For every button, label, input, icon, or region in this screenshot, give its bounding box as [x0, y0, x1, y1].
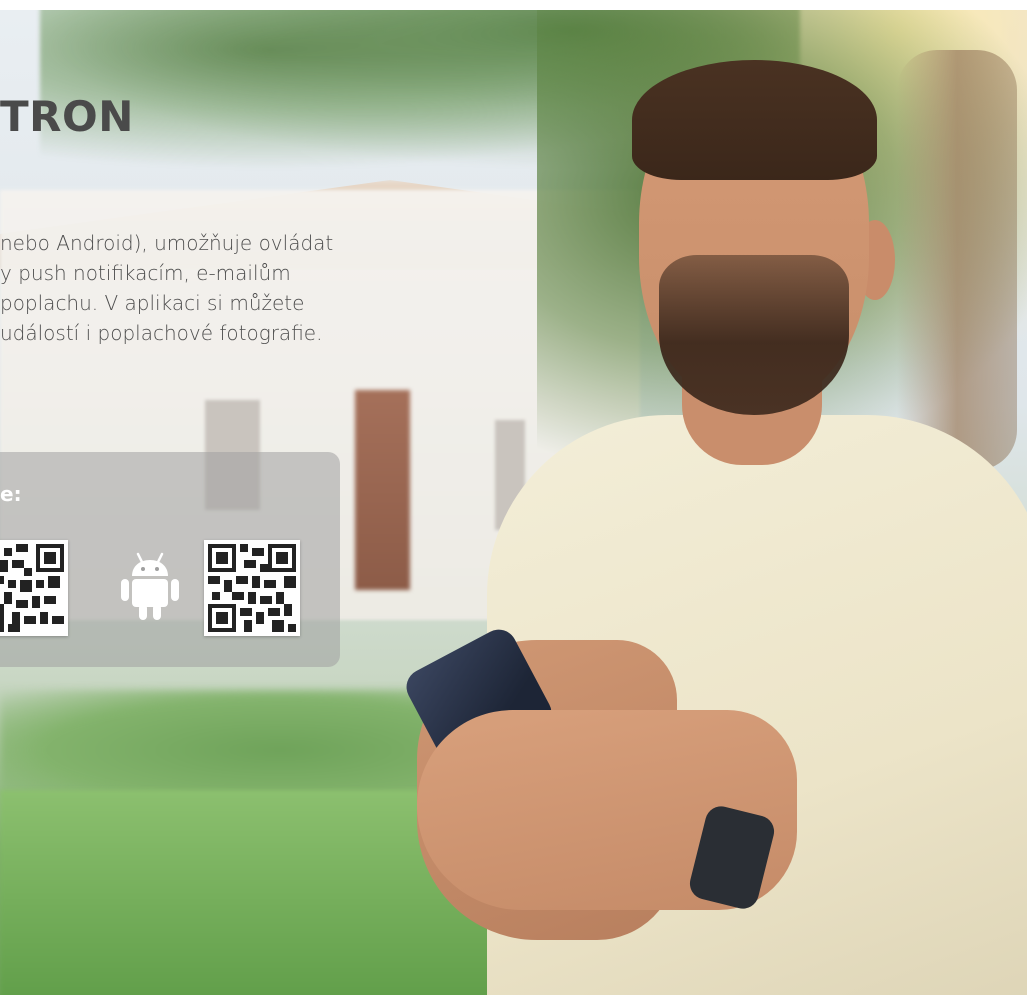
description-line: y push notifikacím, e-mailům	[0, 261, 291, 285]
house-door	[355, 390, 410, 590]
qr-code-icon	[208, 544, 296, 632]
hair	[632, 60, 877, 180]
man-using-phone	[400, 20, 1027, 995]
download-heading: e:	[0, 482, 22, 506]
description-line: událostí i poplachové fotografie.	[0, 321, 323, 345]
beard	[659, 255, 849, 415]
qr-code-icon[interactable]	[204, 540, 300, 636]
description-line: poplachu. V aplikaci si můžete	[0, 291, 305, 315]
android-icon	[121, 552, 179, 620]
page-title: TRON	[0, 92, 134, 141]
app-description: nebo Android), umožňuje ovládat y push n…	[0, 228, 470, 348]
qr-code-icon[interactable]	[0, 540, 68, 636]
qr-code-icon	[0, 544, 64, 632]
description-line: nebo Android), umožňuje ovládat	[0, 231, 334, 255]
